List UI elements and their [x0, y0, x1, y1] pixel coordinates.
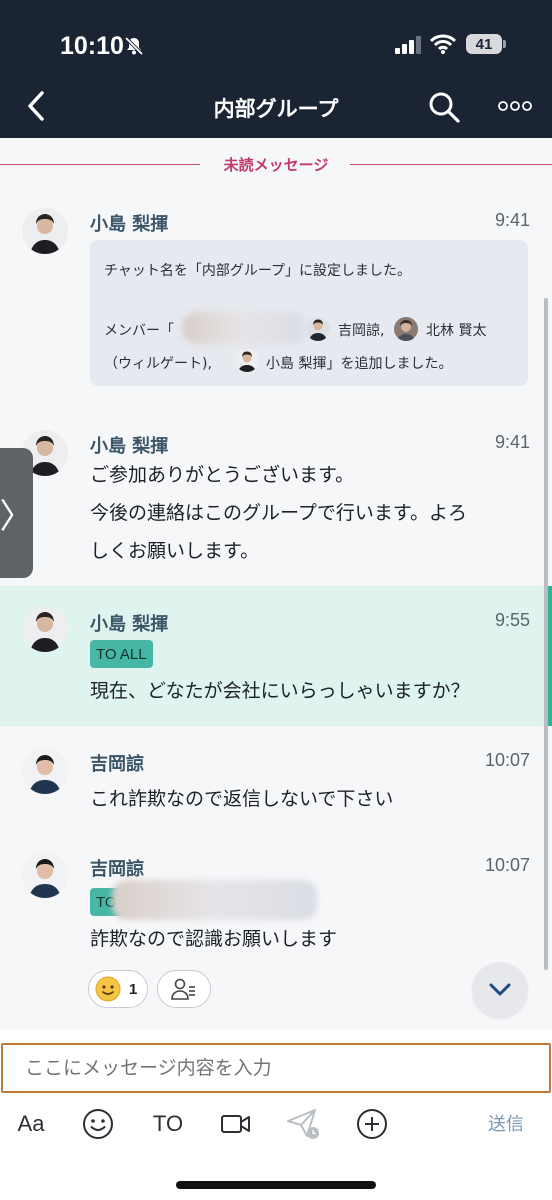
reaction-button[interactable]: 1	[88, 970, 148, 1008]
battery-tip	[503, 40, 506, 48]
message-line: ご参加ありがとうございます。	[90, 464, 355, 486]
wifi-icon	[430, 34, 456, 54]
member-name: 小島 梨揮	[266, 356, 327, 372]
message-text: これ詐欺なので返信しないで下さい	[90, 788, 394, 810]
side-panel-handle[interactable]: 〉	[0, 448, 34, 578]
scheduled-send-button[interactable]	[284, 1100, 322, 1148]
system-member-line: メンバー「	[104, 320, 174, 340]
sender-name[interactable]: 小島 梨揮	[90, 610, 168, 636]
plus-icon	[357, 1109, 387, 1139]
signal-icon	[395, 36, 421, 54]
unread-divider: 未読メッセージ	[0, 152, 552, 176]
search-icon[interactable]	[427, 90, 461, 124]
system-member-tail: 小島 梨揮」を追加しました。	[266, 353, 452, 373]
sender-name[interactable]: 吉岡諒	[90, 855, 144, 881]
member-name: 吉岡諒,	[338, 323, 385, 339]
avatar[interactable]	[22, 208, 68, 254]
message-time: 9:55	[494, 610, 530, 630]
message-text: ご参加ありがとうございます。 今後の連絡はこのグループで行います。よろ しくお願…	[90, 456, 530, 570]
message-time: 9:41	[494, 432, 530, 452]
text-format-button[interactable]: Aa	[14, 1100, 48, 1148]
system-text: メンバー「	[104, 323, 174, 339]
message-text: 詐欺なので認識お願いします	[90, 928, 338, 950]
sender-name[interactable]: 吉岡諒	[90, 750, 144, 776]
video-call-button[interactable]	[218, 1100, 254, 1148]
message-time: 10:07	[484, 750, 530, 770]
message-line: しくお願いします。	[90, 540, 260, 562]
add-button[interactable]	[354, 1100, 390, 1148]
member-name: 北林 賢太	[426, 323, 487, 339]
smile-emoji-icon	[95, 976, 121, 1002]
member-avatar	[306, 317, 330, 341]
home-indicator[interactable]	[176, 1181, 376, 1189]
to-mention-button[interactable]: TO	[150, 1100, 186, 1148]
readers-button[interactable]	[157, 970, 211, 1008]
reaction-count: 1	[129, 980, 138, 998]
system-text-line: （ウィルゲート),	[104, 353, 212, 373]
message-time: 9:41	[494, 210, 530, 230]
sender-name[interactable]: 小島 梨揮	[90, 210, 168, 236]
system-text: （ウィルゲート),	[104, 356, 212, 372]
message-input[interactable]	[1, 1043, 551, 1093]
send-schedule-icon	[287, 1109, 319, 1139]
readers-icon	[171, 978, 195, 1000]
page-title: 内部グループ	[213, 97, 339, 121]
battery-indicator: 41	[466, 34, 502, 54]
sender-name[interactable]: 小島 梨揮	[90, 432, 168, 458]
avatar[interactable]	[22, 852, 68, 898]
scrollbar[interactable]	[544, 298, 548, 970]
redacted-member	[182, 312, 306, 344]
to-all-badge[interactable]: TO ALL	[90, 640, 153, 668]
emoji-icon	[83, 1109, 113, 1139]
emoji-button[interactable]	[80, 1100, 116, 1148]
send-button[interactable]: 送信	[488, 1110, 524, 1136]
composer-toolbar: Aa TO	[0, 1100, 552, 1148]
system-text: 」を追加しました。	[326, 356, 453, 372]
status-time: 10:10	[60, 32, 124, 60]
scroll-to-bottom-button[interactable]	[472, 962, 528, 1018]
divider-line	[350, 164, 552, 165]
chevron-down-icon	[489, 983, 511, 996]
avatar[interactable]	[22, 606, 68, 652]
member-avatar	[235, 348, 259, 372]
member-avatar	[394, 317, 418, 341]
message-line: 今後の連絡はこのグループで行います。よろ	[90, 502, 467, 524]
message-time: 10:07	[484, 855, 530, 875]
system-message: チャット名を「内部グループ」に設定しました。 メンバー「 吉岡諒, 北林 賢太 …	[90, 240, 528, 386]
more-icon[interactable]	[497, 96, 533, 116]
message-text: 現在、どなたが会社にいらっしゃいますか？	[90, 680, 470, 702]
bell-off-icon	[124, 36, 144, 56]
avatar[interactable]	[22, 748, 68, 794]
system-text: チャット名を「内部グループ」に設定しました。	[104, 263, 412, 279]
redacted-recipient	[112, 880, 317, 920]
video-icon	[221, 1115, 250, 1133]
